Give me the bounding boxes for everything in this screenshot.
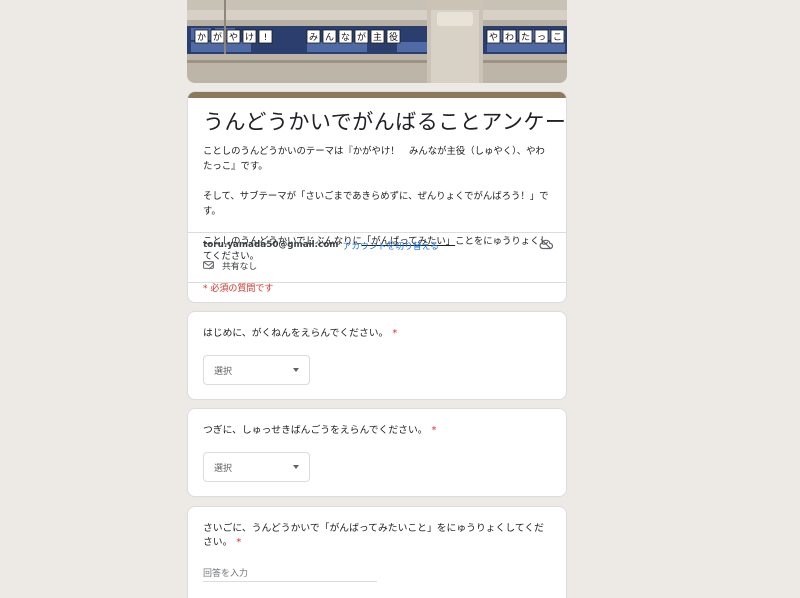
question-card: はじめに、がくねんをえらんでください。 * 選択 (187, 311, 567, 400)
sign-char: わ (505, 32, 514, 43)
sign-char: が (357, 31, 366, 43)
cloud-offline-icon[interactable] (539, 238, 554, 253)
required-asterisk: * (431, 425, 437, 436)
sign-char: 役 (389, 31, 398, 43)
form-header-card: うんどうかいでがんばることアンケート ことしのうんどうかいのテーマは『かがやけ！… (187, 91, 567, 303)
account-section: toru.yamada50@gmail.com アカウントを切り替える 共有なし (188, 232, 566, 283)
sign-char: 主 (373, 31, 382, 43)
caret-down-icon (293, 465, 299, 469)
switch-account-link[interactable]: アカウントを切り替える (342, 239, 439, 252)
sign-char: み (309, 32, 318, 43)
required-asterisk: * (236, 537, 242, 548)
sign-char: ん (325, 32, 334, 43)
sign-char: ! (264, 33, 268, 43)
question-card: さいごに、うんどうかいで「がんばってみたいこと」をにゅうりょくしてください。 * … (187, 506, 567, 598)
sign-char: こ (553, 33, 562, 43)
grade-select[interactable]: 選択 (203, 355, 310, 385)
form-title: うんどうかいでがんばることアンケート (203, 110, 567, 134)
sign-char: や (229, 32, 238, 43)
required-note: * 必須の質問です (203, 284, 274, 294)
sign-char: た (521, 32, 530, 43)
divider (188, 232, 566, 233)
question-text: つぎに、しゅっせきばんごうをえらんでください。 * (203, 424, 552, 438)
caret-down-icon (293, 368, 299, 372)
sign-char: か (197, 32, 206, 43)
question-text: さいごに、うんどうかいで「がんばってみたいこと」をにゅうりょくしてください。 * (203, 522, 552, 550)
answer-input[interactable]: 回答を入力 (203, 566, 377, 582)
select-label: 選択 (214, 366, 233, 377)
question-card: つぎに、しゅっせきばんごうをえらんでください。 * 選択 (187, 408, 567, 497)
share-row: 共有なし (188, 255, 566, 275)
question-label: つぎに、しゅっせきばんごうをえらんでください。 (203, 425, 428, 436)
sign-char: や (489, 32, 498, 43)
sign-char: け (245, 32, 254, 43)
description-paragraph: ことしのうんどうかいのテーマは『かがやけ！ みんなが主役（しゅやく）、やわたっこ… (203, 146, 545, 172)
sign-char: な (341, 32, 350, 43)
attendance-number-select[interactable]: 選択 (203, 452, 310, 482)
share-status: 共有なし (222, 261, 258, 272)
account-email: toru.yamada50@gmail.com (203, 240, 339, 250)
mail-share-icon (203, 261, 214, 270)
question-label: はじめに、がくねんをえらんでください。 (203, 328, 389, 339)
header-banner-image: か が や け ! み ん な が 主 役 や わ た っ こ (187, 0, 567, 83)
sign-char: っ (537, 33, 546, 43)
required-asterisk: * (392, 328, 398, 339)
select-label: 選択 (214, 463, 233, 474)
description-paragraph: そして、サブテーマが「さいごまであきらめずに、ぜんりょくでがんばろう！」です。 (203, 191, 549, 217)
sign-char: が (213, 31, 222, 43)
account-row: toru.yamada50@gmail.com アカウントを切り替える (188, 235, 566, 255)
question-label: さいごに、うんどうかいで「がんばってみたいこと」をにゅうりょくしてください。 (203, 523, 544, 548)
question-text: はじめに、がくねんをえらんでください。 * (203, 327, 552, 341)
